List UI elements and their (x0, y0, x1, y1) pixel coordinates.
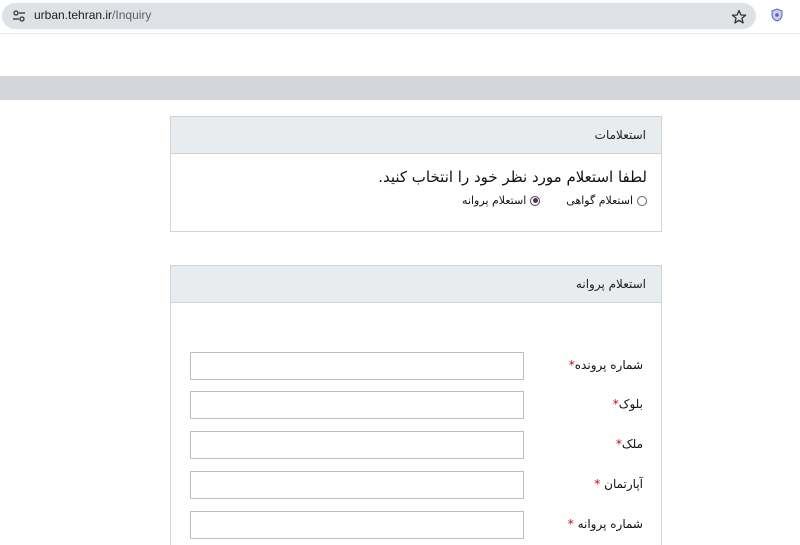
form-row-block: بلوک* (171, 391, 661, 419)
block-input[interactable] (190, 391, 524, 419)
site-header-band (0, 76, 800, 100)
radio-certificate-label: استعلام گواهی (566, 194, 633, 207)
property-label: ملک* (616, 437, 643, 451)
radio-button-license[interactable] (530, 195, 541, 206)
property-input[interactable] (190, 431, 524, 459)
license-number-label-text: شماره پروانه (577, 517, 643, 531)
form-row-file-number: شماره پرونده* (171, 352, 661, 380)
property-label-text: ملک (621, 437, 643, 451)
apartment-label-text: آپارتمان (604, 477, 643, 491)
inquiry-type-radio-group: استعلام گواهی استعلام پروانه (462, 194, 647, 207)
file-number-label: شماره پرونده* (569, 358, 643, 372)
form-row-property: ملک* (171, 431, 661, 459)
required-mark: * (567, 517, 574, 531)
radio-license-label: استعلام پروانه (462, 194, 527, 207)
license-number-label: شماره پروانه * (568, 517, 643, 531)
site-info-icon[interactable] (12, 9, 26, 23)
block-label-text: بلوک (618, 397, 643, 411)
extension-shield-icon[interactable] (771, 8, 783, 22)
form-row-license-number: شماره پروانه * (171, 511, 661, 539)
toolbar-divider (0, 33, 800, 34)
required-mark: * (594, 477, 601, 491)
license-panel-title: استعلام پروانه (575, 277, 646, 291)
license-number-input[interactable] (190, 511, 524, 539)
apartment-input[interactable] (190, 471, 524, 499)
address-bar[interactable]: urban.tehran.ir/Inquiry (2, 3, 756, 29)
block-label: بلوک* (613, 397, 643, 411)
apartment-label: آپارتمان * (594, 477, 643, 491)
form-row-apartment: آپارتمان * (171, 471, 661, 499)
file-number-input[interactable] (190, 352, 524, 380)
license-inquiry-panel: استعلام پروانه شماره پرونده* بلوک* ملک* … (170, 265, 662, 545)
url-path: /Inquiry (112, 8, 152, 22)
radio-certificate-inquiry[interactable]: استعلام گواهی (566, 194, 647, 207)
inquiry-prompt: لطفا استعلام مورد نظر خود را انتخاب کنید… (378, 168, 647, 186)
radio-button-certificate[interactable] (637, 195, 647, 206)
browser-toolbar: urban.tehran.ir/Inquiry (0, 0, 800, 33)
url-host: urban.tehran.ir (34, 8, 113, 22)
radio-license-inquiry[interactable]: استعلام پروانه (462, 194, 541, 207)
inquiries-panel-title: استعلامات (594, 128, 646, 142)
license-panel-header: استعلام پروانه (171, 266, 661, 303)
file-number-label-text: شماره پرونده (574, 358, 643, 372)
url-text[interactable]: urban.tehran.ir/Inquiry (34, 8, 151, 22)
inquiries-panel-header: استعلامات (171, 117, 661, 154)
inquiries-panel: استعلامات لطفا استعلام مورد نظر خود را ا… (170, 116, 662, 232)
bookmark-star-icon[interactable] (731, 9, 747, 25)
